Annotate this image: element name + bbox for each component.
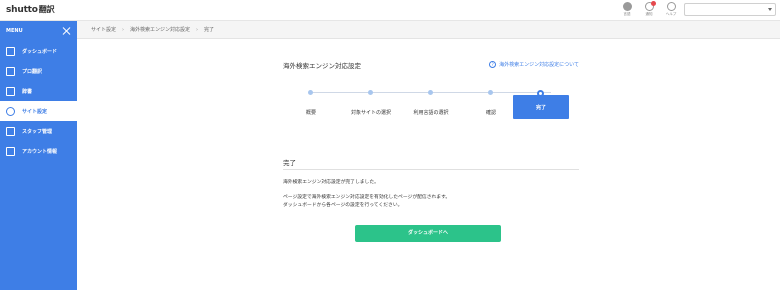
help-button[interactable]: ヘルプ xyxy=(664,2,678,17)
step-label: 概要 xyxy=(305,110,316,116)
sidebar: MENU ダッシュボード プロ翻訳 辞書 サイト設定 スタッフ管理 アカウント情… xyxy=(0,21,77,290)
about-link-label: 海外検索エンジン対応設定について xyxy=(499,62,579,68)
breadcrumb: サイト設定 › 海外検索エンジン対応設定 › 完了 xyxy=(77,21,780,39)
header-icon-group: 言語 通知 ヘルプ xyxy=(620,1,678,17)
step-dot xyxy=(537,90,544,97)
sidebar-item-dictionary[interactable]: 辞書 xyxy=(0,81,77,101)
sidebar-item-label: スタッフ管理 xyxy=(22,128,53,135)
step-complete: 完了 xyxy=(513,90,569,119)
go-dashboard-button[interactable]: ダッシュボードへ xyxy=(355,225,501,242)
sidebar-item-pro-translation[interactable]: プロ翻訳 xyxy=(0,61,77,81)
gear-icon xyxy=(6,106,15,116)
help-icon xyxy=(666,2,676,11)
breadcrumb-item-current: 完了 xyxy=(204,27,215,33)
language-button[interactable]: 言語 xyxy=(620,2,634,17)
step-label: 利用言語の選択 xyxy=(413,110,449,116)
sidebar-item-site-settings[interactable]: サイト設定 xyxy=(0,101,77,121)
help-label: ヘルプ xyxy=(665,12,677,16)
notification-label: 通知 xyxy=(645,12,653,16)
translation-icon xyxy=(6,66,15,76)
complete-message: 海外検索エンジン対応設定が完了しました。 xyxy=(283,180,379,185)
top-header: shutto翻訳 言語 通知 ヘルプ xyxy=(0,0,780,21)
sidebar-header: MENU xyxy=(0,21,77,41)
chevron-down-icon xyxy=(768,8,772,11)
logo-main: shutto xyxy=(6,5,38,15)
step-dot xyxy=(488,90,493,95)
section-title: 完了 xyxy=(283,159,296,167)
account-icon xyxy=(6,146,15,156)
wizard-steps: 概要 対象サイトの選択 利用言語の選択 確認 完了 xyxy=(283,85,579,125)
notification-badge xyxy=(650,1,656,6)
step-label: 完了 xyxy=(535,105,546,111)
sidebar-item-label: 辞書 xyxy=(22,88,33,95)
notification-icon xyxy=(644,1,656,11)
sidebar-item-dashboard[interactable]: ダッシュボード xyxy=(0,41,77,61)
step-target-site: 対象サイトの選択 xyxy=(343,85,399,125)
site-select[interactable] xyxy=(684,3,776,16)
main-content: 海外検索エンジン対応設定 ? 海外検索エンジン対応設定について 概要 対象サイト… xyxy=(77,39,780,290)
language-label: 言語 xyxy=(623,12,631,16)
step-overview: 概要 xyxy=(283,85,339,125)
step-label: 対象サイトの選択 xyxy=(350,110,391,116)
page-title: 海外検索エンジン対応設定 xyxy=(283,62,361,70)
breadcrumb-item-site-settings[interactable]: サイト設定 xyxy=(91,26,116,33)
step-label: 確認 xyxy=(485,110,496,116)
step-dot xyxy=(308,90,313,95)
sidebar-item-label: プロ翻訳 xyxy=(22,68,43,75)
step-dot xyxy=(368,90,373,95)
close-icon[interactable] xyxy=(63,27,71,35)
sidebar-item-staff[interactable]: スタッフ管理 xyxy=(0,121,77,141)
staff-icon xyxy=(6,126,15,136)
step-confirm: 確認 xyxy=(463,85,519,125)
info-message-line-1: ページ設定で海外検索エンジン対応設定を有効化したページが配信されます。 xyxy=(283,195,451,200)
sidebar-item-label: サイト設定 xyxy=(22,108,48,115)
chevron-right-icon: › xyxy=(196,26,199,33)
logo-sub: 翻訳 xyxy=(38,5,55,14)
sidebar-item-label: アカウント情報 xyxy=(22,148,58,155)
breadcrumb-item-seo[interactable]: 海外検索エンジン対応設定 xyxy=(130,26,190,33)
language-icon xyxy=(622,2,632,11)
chevron-right-icon: › xyxy=(122,26,125,33)
section-divider xyxy=(283,169,579,170)
about-link[interactable]: ? 海外検索エンジン対応設定について xyxy=(489,61,579,68)
step-dot xyxy=(428,90,433,95)
sidebar-item-label: ダッシュボード xyxy=(22,48,58,55)
step-language: 利用言語の選択 xyxy=(403,85,459,125)
notification-button[interactable]: 通知 xyxy=(642,1,656,17)
menu-label: MENU xyxy=(6,28,23,34)
home-icon xyxy=(6,46,15,56)
dictionary-icon xyxy=(6,86,15,96)
sidebar-item-account[interactable]: アカウント情報 xyxy=(0,141,77,161)
app-logo[interactable]: shutto翻訳 xyxy=(6,4,55,15)
question-icon: ? xyxy=(489,61,497,68)
info-message-line-2: ダッシュボードから各ページの設定を行ってください。 xyxy=(283,203,403,208)
